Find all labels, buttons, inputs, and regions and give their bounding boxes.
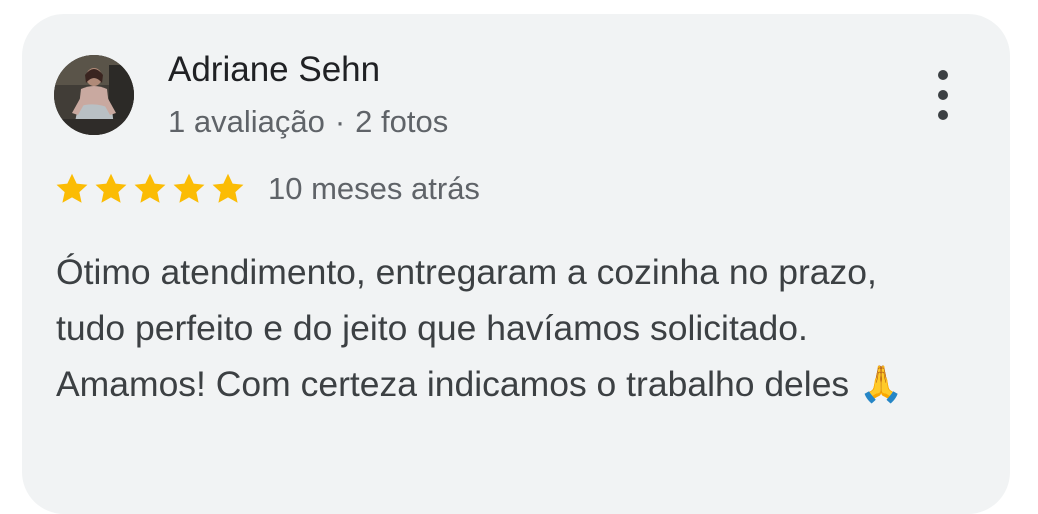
more-vert-icon (938, 70, 948, 80)
author-avatar[interactable] (54, 55, 134, 135)
photos-count: 2 fotos (355, 104, 449, 139)
star-icon (173, 173, 205, 203)
author-name[interactable]: Adriane Sehn (168, 50, 380, 90)
review-card: Adriane Sehn 1 avaliação · 2 fotos 10 mese… (22, 14, 1010, 514)
review-text: Ótimo atendimento, entregaram a cozinha … (56, 252, 904, 404)
more-options-button[interactable] (926, 70, 960, 122)
star-icon (56, 173, 88, 203)
reviews-count: 1 avaliação (168, 104, 325, 139)
star-rating (54, 171, 249, 207)
avatar-photo (54, 55, 134, 135)
star-icon (212, 173, 244, 203)
star-icon (95, 173, 127, 203)
star-icon (134, 173, 166, 203)
review-time: 10 meses atrás (268, 171, 480, 206)
meta-separator: · (334, 104, 346, 139)
author-stats: 1 avaliação · 2 fotos (168, 104, 448, 140)
